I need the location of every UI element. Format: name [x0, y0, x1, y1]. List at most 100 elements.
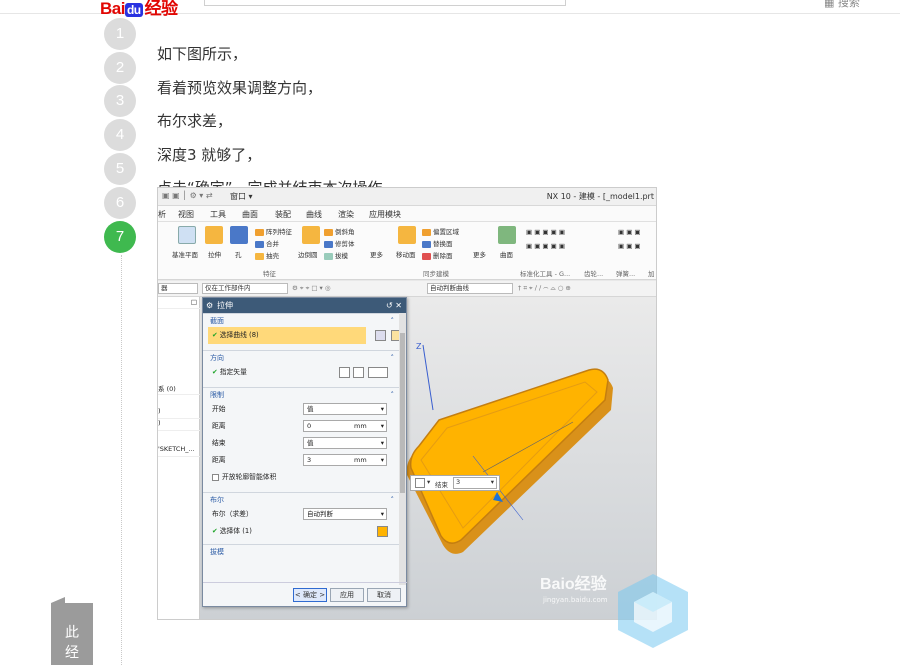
- specify-vector-row[interactable]: ✔ 指定矢量: [203, 364, 406, 381]
- std-tools-icons[interactable]: ▣ ▣ ▣ ▣ ▣: [526, 228, 565, 236]
- nav-item[interactable]: ): [158, 419, 200, 431]
- move-face-label[interactable]: 移动面: [396, 249, 416, 259]
- datum-plane-icon[interactable]: [178, 226, 196, 244]
- scroll-thumb[interactable]: [400, 333, 405, 493]
- std-tools-icons-2[interactable]: ▣ ▣ ▣ ▣ ▣: [526, 242, 565, 250]
- shell-label: 抽壳: [266, 252, 279, 260]
- menu-tools[interactable]: 工具: [210, 209, 226, 220]
- apply-button[interactable]: 应用: [330, 588, 364, 602]
- open-profile-checkbox[interactable]: [212, 473, 219, 481]
- nav-item[interactable]: 系 (0): [158, 383, 200, 395]
- side-float-tab[interactable]: 此经: [51, 597, 93, 665]
- extrude-label[interactable]: 拉伸: [208, 249, 221, 259]
- collapse-icon[interactable]: ˄: [391, 388, 395, 402]
- chamfer-button[interactable]: 倒斜角: [324, 226, 355, 236]
- baidu-logo[interactable]: Bai du 经验: [100, 0, 178, 19]
- draft-button[interactable]: 拔模: [324, 250, 348, 260]
- start-type-select[interactable]: 值 ▾: [303, 403, 387, 415]
- chevron-down-icon[interactable]: ▾: [427, 478, 430, 486]
- type-filter-select[interactable]: 器: [158, 283, 198, 294]
- shell-button[interactable]: 抽壳: [255, 250, 279, 260]
- menu-curve[interactable]: 曲线: [306, 209, 322, 220]
- close-icon[interactable]: ✕: [395, 301, 402, 310]
- hole-label[interactable]: 孔: [235, 249, 242, 259]
- ok-button[interactable]: < 确定 >: [293, 588, 327, 602]
- step-3[interactable]: 3: [104, 85, 136, 117]
- spring-tools-icons[interactable]: ▣ ▣ ▣: [618, 242, 641, 250]
- cancel-button[interactable]: 取消: [367, 588, 401, 602]
- select-body-row[interactable]: ✔ 选择体 (1): [203, 523, 406, 540]
- nav-item[interactable]: 'SKETCH_...: [158, 445, 200, 457]
- scope-filter-select[interactable]: 仅在工作部件内: [202, 283, 288, 294]
- hole-icon[interactable]: [230, 226, 248, 244]
- open-profile-row[interactable]: 开放轮廓智能体积: [203, 469, 406, 486]
- more-button[interactable]: 更多: [370, 249, 383, 259]
- menu-surface[interactable]: 曲面: [242, 209, 258, 220]
- select-body-icon[interactable]: [377, 526, 388, 537]
- section-boolean[interactable]: 布尔 ˄: [203, 492, 406, 506]
- step-5[interactable]: 5: [104, 153, 136, 185]
- vector-dialog-icon[interactable]: [353, 367, 364, 378]
- step-1[interactable]: 1: [104, 18, 136, 50]
- step-7-active[interactable]: 7: [104, 221, 136, 253]
- snap-icons[interactable]: ⚙ ⌖ ⌖ □ ▾ ◎: [292, 284, 331, 293]
- collapse-icon[interactable]: ˄: [391, 351, 395, 365]
- unite-button[interactable]: 合并: [255, 238, 279, 248]
- start-distance-input[interactable]: 0 mm ▾: [303, 420, 387, 432]
- step-4[interactable]: 4: [104, 119, 136, 151]
- curve-rule-select[interactable]: 自动判断曲线: [427, 283, 513, 294]
- end-distance-handle[interactable]: ▾ 结束 3 ▾: [410, 475, 500, 491]
- boolean-type-select[interactable]: 自动判断 ▾: [303, 508, 387, 520]
- search-icon[interactable]: ⌕: [553, 0, 559, 1]
- search-input[interactable]: ⌕: [204, 0, 566, 6]
- vector-type-dropdown[interactable]: [368, 367, 388, 378]
- end-type-select[interactable]: 值 ▾: [303, 437, 387, 449]
- step-6[interactable]: 6: [104, 187, 136, 219]
- window-title: NX 10 - 建模 - [_model1.prt: [546, 192, 654, 201]
- menu-view[interactable]: 视图: [178, 209, 194, 220]
- menu-analysis[interactable]: 析: [158, 209, 166, 220]
- edge-blend-label[interactable]: 边倒圆: [298, 249, 318, 259]
- window-menu[interactable]: 窗口 ▾: [230, 191, 253, 202]
- datum-plane-label[interactable]: 基准平面: [172, 249, 198, 259]
- header-search-link[interactable]: ▦ 搜索: [824, 0, 860, 10]
- curve-tools-icons[interactable]: † ⌗ ⌖ ∕ ∕ ⌒ ⌓ ○ ⊕: [518, 284, 571, 293]
- reset-icon[interactable]: ↺: [386, 301, 393, 310]
- collapse-icon[interactable]: ˄: [391, 493, 395, 507]
- quick-tools-icon[interactable]: ▣ ▣ │ ⚙ ▾ ⇄: [162, 191, 213, 200]
- end-distance-input[interactable]: 3 mm ▾: [303, 454, 387, 466]
- settings-icon[interactable]: ⚙: [206, 298, 213, 313]
- end-type-icon[interactable]: [415, 478, 425, 488]
- reverse-direction-icon[interactable]: [339, 367, 350, 378]
- section-limits[interactable]: 限制 ˄: [203, 387, 406, 401]
- extrude-icon[interactable]: [205, 226, 223, 244]
- gear-tools-icons[interactable]: ▣ ▣ ▣: [618, 228, 641, 236]
- collapse-icon[interactable]: ˄: [391, 314, 395, 328]
- more-sync-button[interactable]: 更多: [473, 249, 486, 259]
- surface-icon[interactable]: [498, 226, 516, 244]
- trim-body-button[interactable]: 修剪体: [324, 238, 355, 248]
- offset-region-button[interactable]: 偏置区域: [422, 226, 459, 236]
- dialog-scrollbar[interactable]: [399, 313, 406, 585]
- section-direction[interactable]: 方向 ˄: [203, 350, 406, 364]
- sketch-section-icon[interactable]: [375, 330, 386, 341]
- section-draft[interactable]: 拔模: [203, 544, 406, 558]
- specify-vector-label: 指定矢量: [219, 368, 247, 376]
- step-2[interactable]: 2: [104, 52, 136, 84]
- nav-item[interactable]: ): [158, 407, 200, 419]
- maximize-icon[interactable]: □: [191, 298, 197, 306]
- menu-application[interactable]: 应用模块: [369, 209, 401, 220]
- surface-label[interactable]: 曲面: [500, 249, 513, 259]
- menu-assembly[interactable]: 装配: [275, 209, 291, 220]
- move-face-icon[interactable]: [398, 226, 416, 244]
- array-feature-button[interactable]: 阵列特征: [255, 226, 292, 236]
- select-curve-row[interactable]: ✔ 选择曲线 (8): [208, 327, 402, 344]
- nx-screenshot[interactable]: ▣ ▣ │ ⚙ ▾ ⇄ 窗口 ▾ NX 10 - 建模 - [_model1.p…: [157, 187, 657, 620]
- end-handle-input[interactable]: 3 ▾: [453, 477, 497, 489]
- section-profile[interactable]: 截面 ˄: [203, 313, 406, 327]
- delete-face-button[interactable]: 删除面: [422, 250, 453, 260]
- edge-blend-icon[interactable]: [302, 226, 320, 244]
- extruded-plate-preview[interactable]: Z: [403, 340, 623, 555]
- menu-render[interactable]: 渲染: [338, 209, 354, 220]
- replace-face-button[interactable]: 替换面: [422, 238, 453, 248]
